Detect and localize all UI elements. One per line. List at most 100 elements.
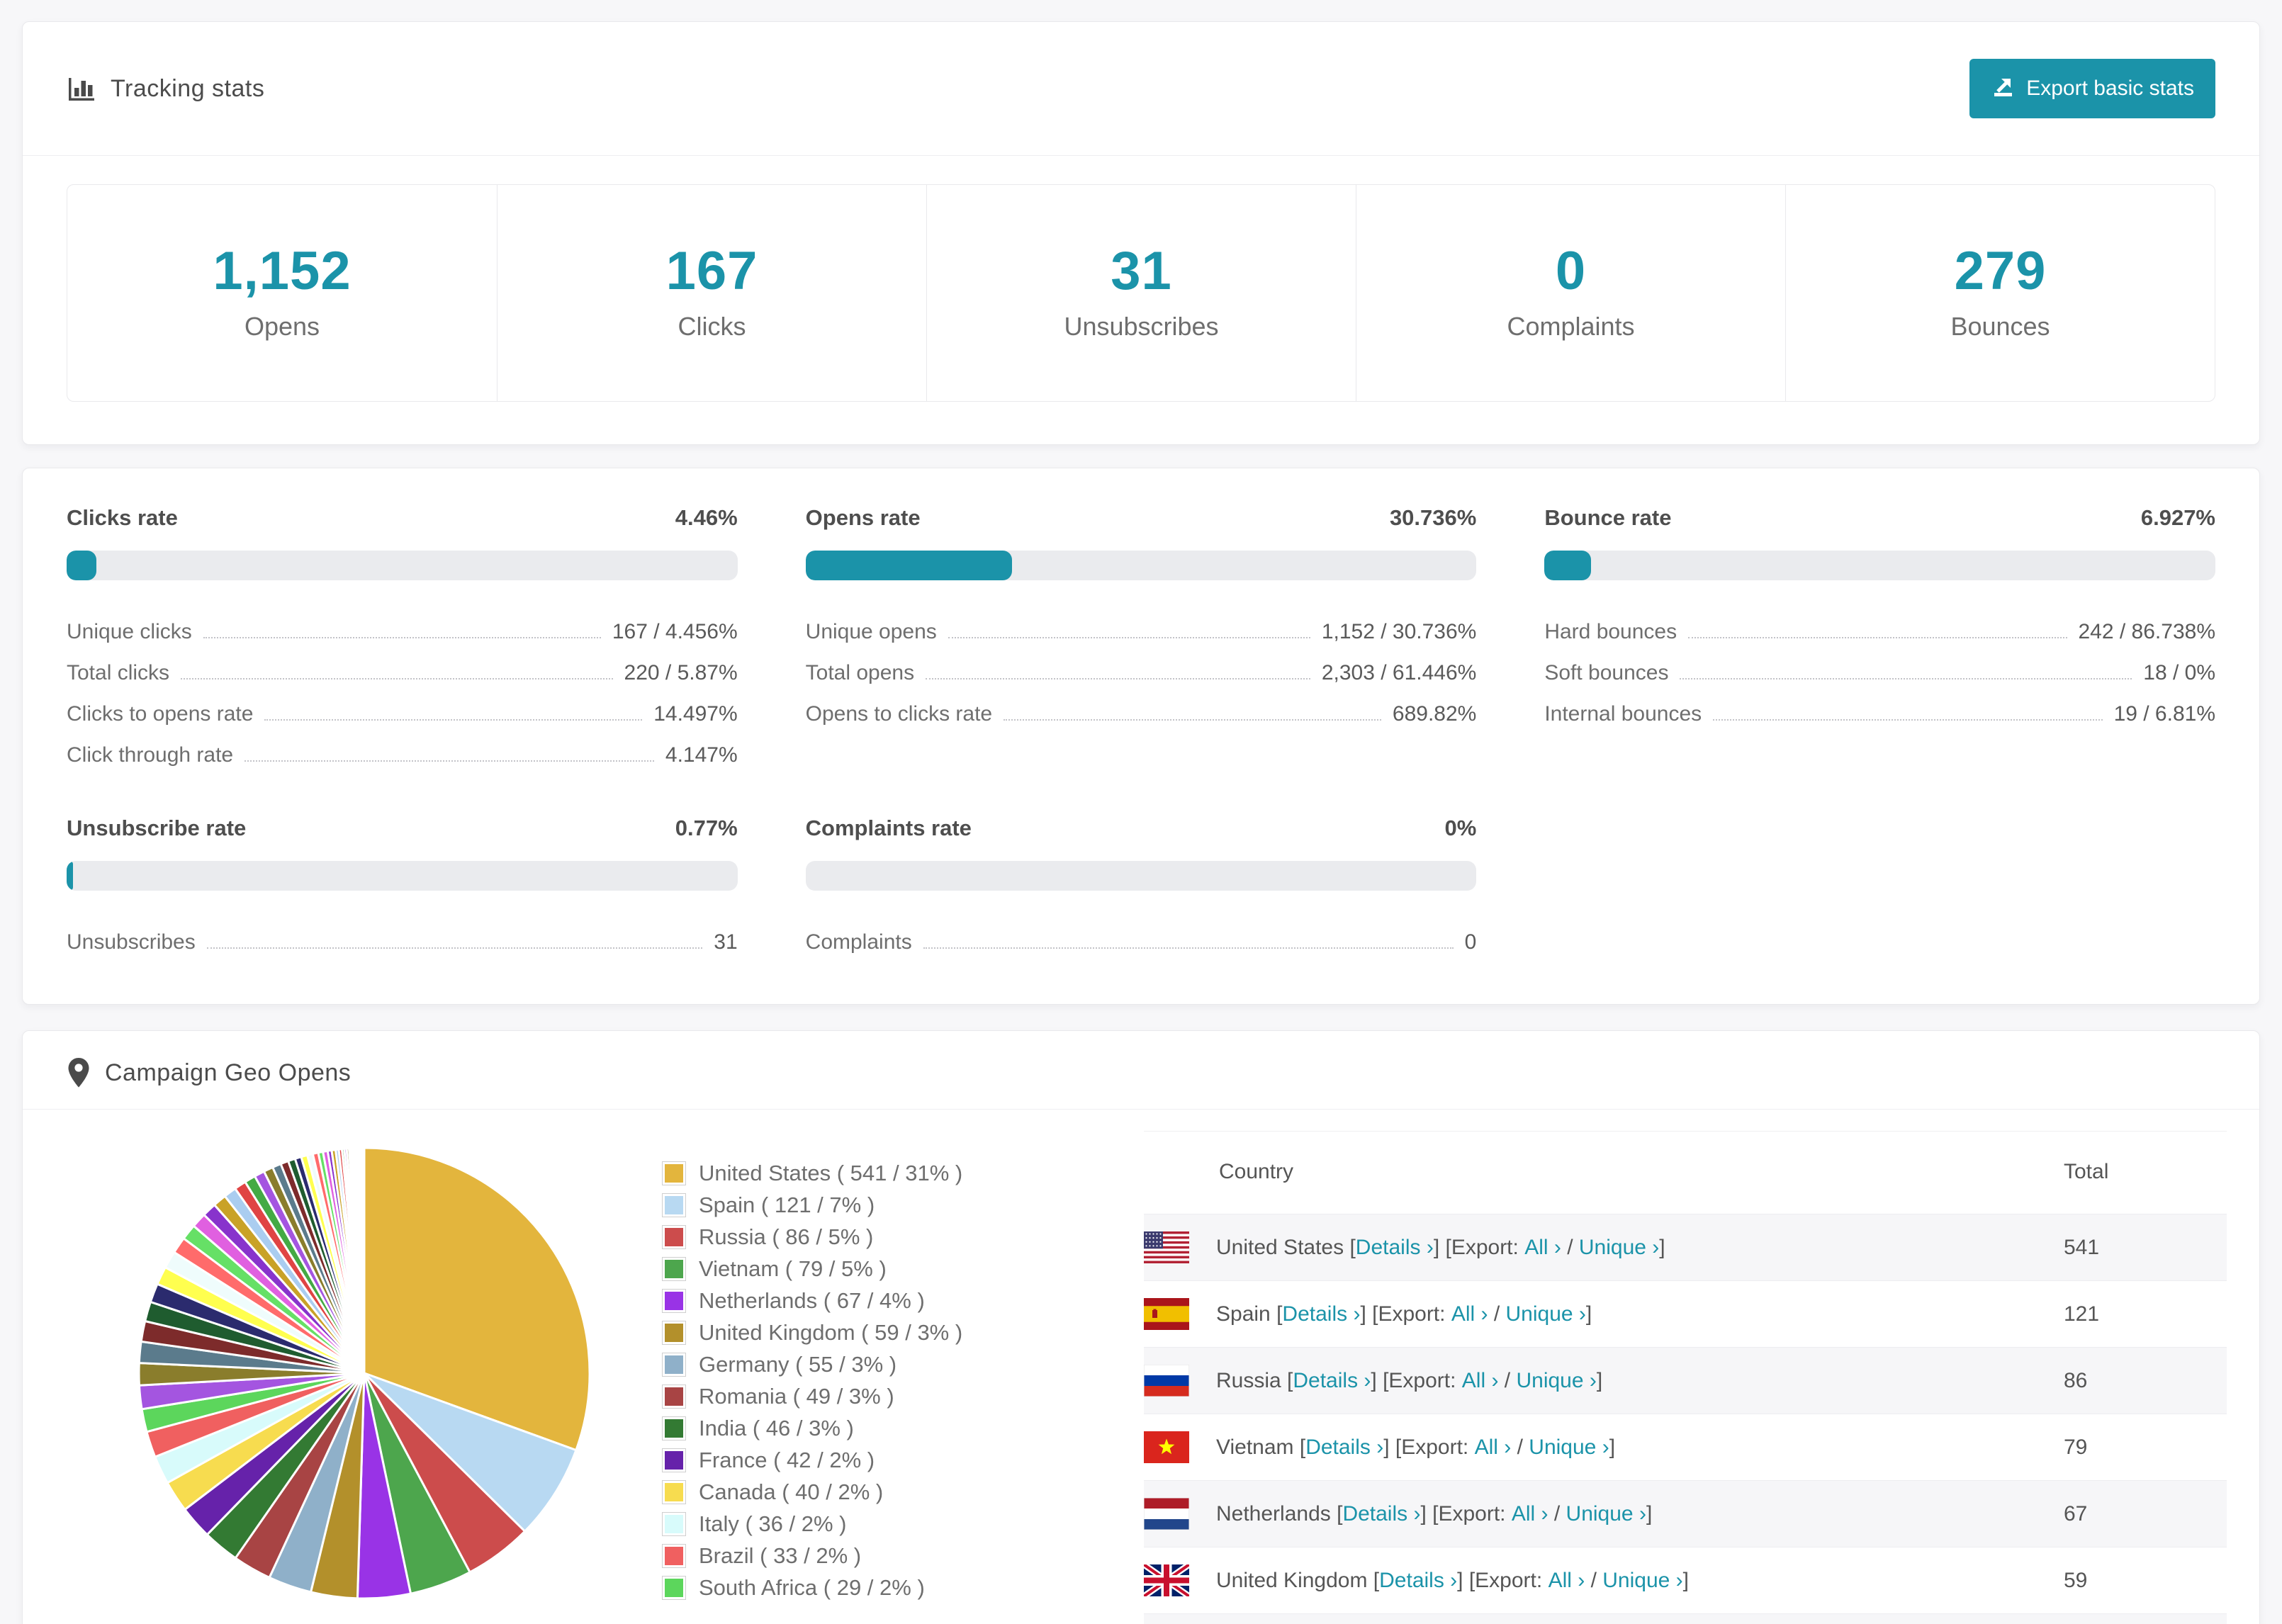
legend-swatch bbox=[662, 1448, 686, 1472]
export-all-link[interactable]: All › bbox=[1451, 1302, 1488, 1326]
export-icon bbox=[1991, 73, 2016, 104]
rate-stat-value: 18 / 0% bbox=[2143, 661, 2215, 684]
export-unique-link[interactable]: Unique › bbox=[1602, 1569, 1682, 1593]
rate-stat-row: Unique opens 1,152 / 30.736% bbox=[806, 606, 1477, 647]
dotted-leader bbox=[923, 947, 1454, 949]
dotted-leader bbox=[206, 947, 703, 949]
legend-label: South Africa ( 29 / 2% ) bbox=[699, 1575, 925, 1600]
rate-stat-label: Unsubscribes bbox=[67, 930, 196, 954]
legend-label: Brazil ( 33 / 2% ) bbox=[699, 1543, 862, 1568]
country-total: 121 bbox=[2064, 1302, 2100, 1326]
details-link[interactable]: Details › bbox=[1305, 1436, 1383, 1460]
dotted-leader bbox=[926, 678, 1310, 680]
row-text: / bbox=[1498, 1368, 1517, 1392]
legend-label: Italy ( 36 / 2% ) bbox=[699, 1511, 847, 1536]
legend-swatch bbox=[662, 1512, 686, 1536]
country-total: 79 bbox=[2064, 1435, 2088, 1459]
rate-value: 0.77% bbox=[675, 816, 738, 840]
country-name: Vietnam bbox=[1216, 1435, 1294, 1459]
country-total: 541 bbox=[2064, 1235, 2100, 1259]
rate-block-clicks: Clicks rate 4.46% Unique clicks 167 / 4.456… bbox=[67, 505, 738, 770]
pie-svg bbox=[137, 1146, 591, 1600]
rates-card: Clicks rate 4.46% Unique clicks 167 / 4.456… bbox=[22, 468, 2260, 1005]
legend-swatch bbox=[662, 1161, 686, 1185]
legend-swatch bbox=[662, 1193, 686, 1217]
rate-value: 6.927% bbox=[2140, 505, 2215, 530]
legend-item: South Africa ( 29 / 2% ) bbox=[662, 1575, 1030, 1601]
rate-stat-row: Click through rate 4.147% bbox=[67, 729, 738, 770]
stat-cell-clicks: 167 Clicks bbox=[497, 185, 926, 401]
legend-label: Russia ( 86 / 5% ) bbox=[699, 1224, 874, 1249]
stat-value: 0 bbox=[1555, 241, 1587, 301]
table-row: Spain [Details ›] [Export: All › / Uniqu… bbox=[1144, 1280, 2227, 1348]
legend-swatch bbox=[662, 1385, 686, 1409]
rate-title: Complaints rate bbox=[805, 816, 972, 840]
stats-summary: 1,152 Opens 167 Clicks 31 Unsubscribes 0 Compla… bbox=[67, 184, 2215, 402]
row-text: ] [Export: bbox=[1383, 1435, 1475, 1459]
rate-stat-label: Opens to clicks rate bbox=[805, 702, 993, 726]
export-unique-link[interactable]: Unique › bbox=[1529, 1436, 1609, 1460]
rate-stat-row: Internal bounces 19 / 6.81% bbox=[1544, 688, 2215, 729]
export-all-link[interactable]: All › bbox=[1524, 1236, 1561, 1260]
rate-stat-row: Opens to clicks rate 689.82% bbox=[806, 688, 1477, 729]
geo-legend: United States ( 541 / 31% ) Spain ( 121 /… bbox=[662, 1161, 1030, 1607]
row-text: / bbox=[1585, 1568, 1603, 1592]
export-all-link[interactable]: All › bbox=[1548, 1569, 1585, 1593]
legend-label: Romania ( 49 / 3% ) bbox=[699, 1384, 894, 1409]
export-all-link[interactable]: All › bbox=[1512, 1502, 1548, 1526]
legend-label: Spain ( 121 / 7% ) bbox=[699, 1192, 875, 1217]
rate-value: 0% bbox=[1444, 816, 1477, 840]
export-basic-stats-button[interactable]: Export basic stats bbox=[1969, 59, 2215, 118]
legend-item: Spain ( 121 / 7% ) bbox=[662, 1192, 1030, 1218]
country-name: Russia bbox=[1216, 1368, 1281, 1392]
export-unique-link[interactable]: Unique › bbox=[1506, 1302, 1586, 1326]
country-total: 67 bbox=[2064, 1501, 2088, 1526]
stat-value: 31 bbox=[1111, 241, 1172, 301]
rate-stat-label: Complaints bbox=[805, 930, 912, 954]
rate-stat-value: 689.82% bbox=[1392, 702, 1477, 726]
flag-ru-icon bbox=[1144, 1365, 1189, 1397]
legend-swatch bbox=[662, 1416, 686, 1440]
flag-gb-icon bbox=[1144, 1564, 1189, 1596]
dotted-leader bbox=[1004, 719, 1381, 721]
country-name: United Kingdom bbox=[1216, 1568, 1368, 1592]
rate-title: Opens rate bbox=[805, 505, 921, 530]
legend-item: Netherlands ( 67 / 4% ) bbox=[662, 1288, 1030, 1314]
table-row: Netherlands [Details ›] [Export: All › /… bbox=[1144, 1480, 2227, 1547]
details-link[interactable]: Details › bbox=[1342, 1502, 1420, 1526]
geo-title: Campaign Geo Opens bbox=[105, 1059, 352, 1086]
row-text: / bbox=[1561, 1235, 1579, 1259]
country-total: 86 bbox=[2064, 1368, 2088, 1392]
progress-bar bbox=[67, 861, 738, 891]
legend-swatch bbox=[662, 1225, 686, 1249]
rate-stat-label: Internal bounces bbox=[1544, 702, 1702, 726]
export-unique-link[interactable]: Unique › bbox=[1566, 1502, 1646, 1526]
row-text: ] bbox=[1609, 1435, 1616, 1459]
row-text: [ bbox=[1330, 1501, 1343, 1526]
legend-item: Vietnam ( 79 / 5% ) bbox=[662, 1256, 1030, 1282]
legend-label: Netherlands ( 67 / 4% ) bbox=[699, 1288, 925, 1313]
details-link[interactable]: Details › bbox=[1282, 1302, 1360, 1326]
legend-label: Canada ( 40 / 2% ) bbox=[699, 1479, 884, 1504]
export-unique-link[interactable]: Unique › bbox=[1516, 1369, 1596, 1393]
details-link[interactable]: Details › bbox=[1379, 1569, 1457, 1593]
rate-stat-label: Total clicks bbox=[67, 661, 170, 684]
export-all-link[interactable]: All › bbox=[1475, 1436, 1512, 1460]
flag-es-icon bbox=[1144, 1298, 1189, 1330]
legend-item: Canada ( 40 / 2% ) bbox=[662, 1479, 1030, 1505]
legend-label: France ( 42 / 2% ) bbox=[699, 1448, 875, 1472]
rate-stat-row: Soft bounces 18 / 0% bbox=[1544, 647, 2215, 688]
rate-stat-value: 220 / 5.87% bbox=[624, 661, 738, 684]
details-link[interactable]: Details › bbox=[1356, 1236, 1434, 1260]
rate-stat-row: Hard bounces 242 / 86.738% bbox=[1544, 606, 2215, 647]
export-unique-link[interactable]: Unique › bbox=[1579, 1236, 1659, 1260]
legend-item: Russia ( 86 / 5% ) bbox=[662, 1224, 1030, 1250]
flag-nl-icon bbox=[1144, 1498, 1189, 1530]
country-name: United States bbox=[1216, 1235, 1344, 1259]
rate-stat-row: Unsubscribes 31 bbox=[67, 916, 738, 957]
dotted-leader bbox=[1688, 637, 2067, 638]
geo-body: United States ( 541 / 31% ) Spain ( 121 /… bbox=[23, 1110, 2259, 1624]
export-all-link[interactable]: All › bbox=[1462, 1369, 1499, 1393]
country-name: Netherlands bbox=[1216, 1501, 1331, 1526]
details-link[interactable]: Details › bbox=[1293, 1369, 1371, 1393]
